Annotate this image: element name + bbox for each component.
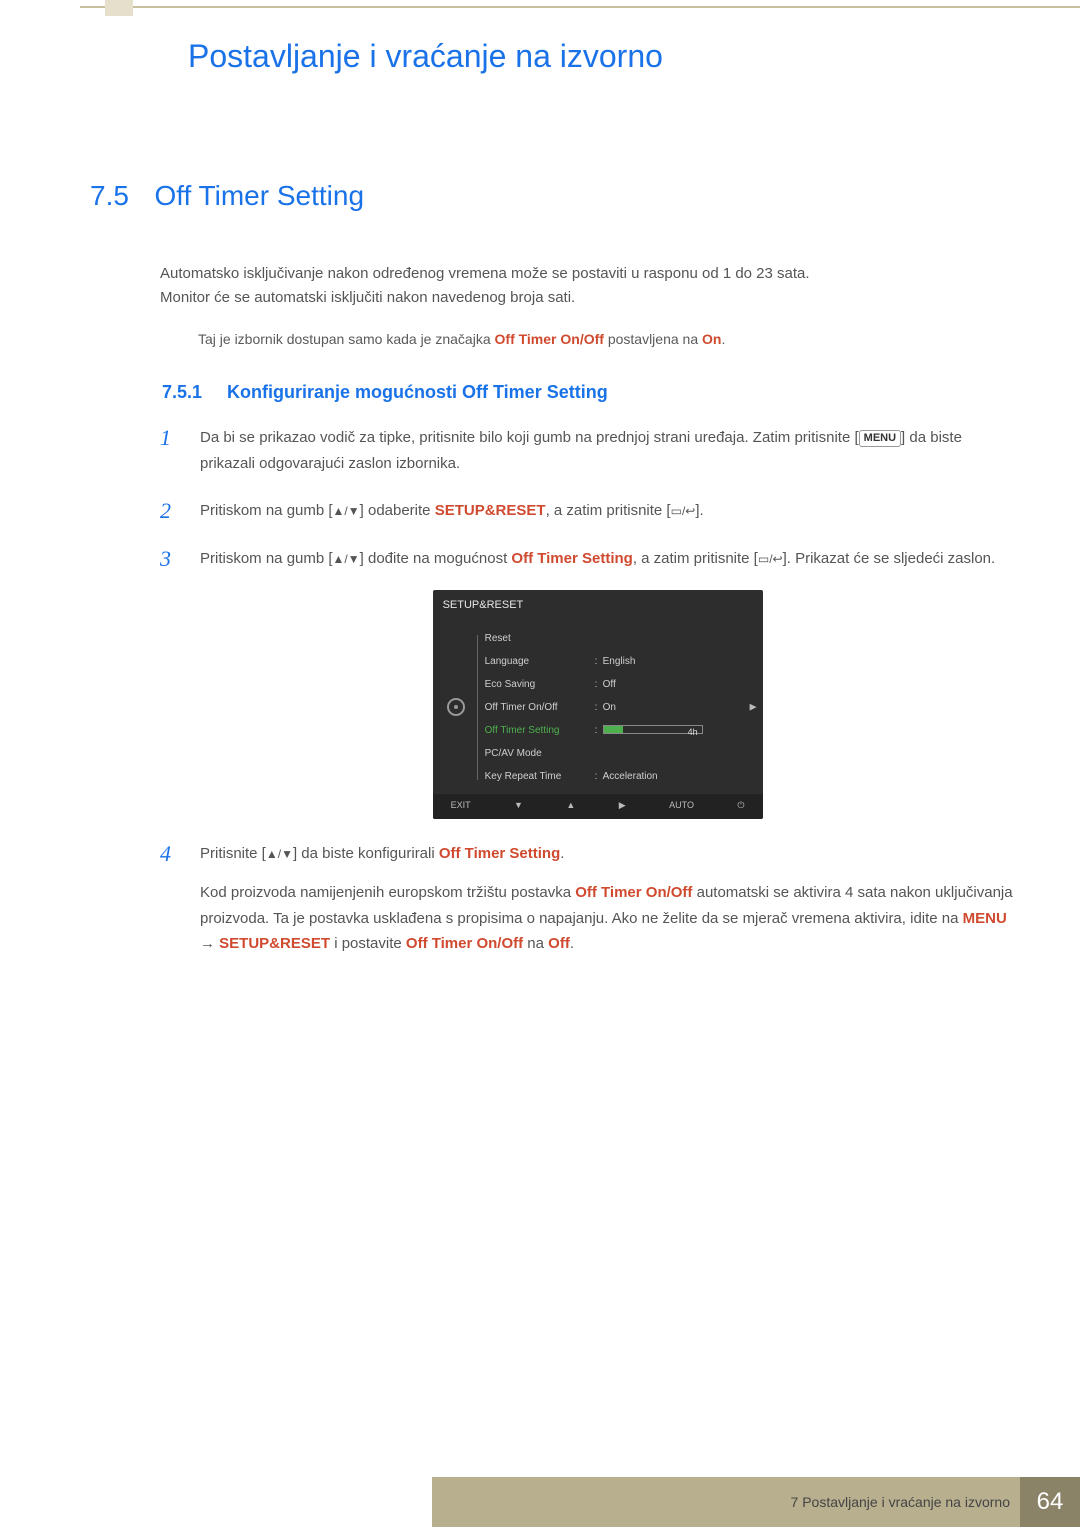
term-menu: MENU	[963, 910, 1007, 927]
term-off-timer-setting: Off Timer Setting	[439, 845, 560, 862]
term-off: Off	[548, 935, 570, 952]
term-setup-reset: SETUP&RESET	[219, 935, 330, 952]
chapter-title: Postavljanje i vraćanje na izvorno	[188, 38, 663, 75]
term-setup-reset: SETUP&RESET	[435, 502, 546, 519]
osd-slider: 4h	[603, 725, 703, 734]
osd-rows: Reset Language:English Eco Saving:Off Of…	[485, 627, 741, 788]
subsection-heading: 7.5.1 Konfiguriranje mogućnosti Off Time…	[162, 382, 1015, 403]
right-icon: ▶	[619, 798, 626, 813]
osd-row-highlight: Off Timer Setting:4h	[485, 719, 741, 742]
subsection-number: 7.5.1	[162, 382, 222, 403]
term-off-timer-setting: Off Timer Setting	[511, 550, 632, 567]
osd-row: Eco Saving:Off	[485, 673, 741, 696]
footer-page-number: 64	[1020, 1477, 1080, 1527]
step-number: 2	[160, 498, 180, 524]
intro-paragraph: Automatsko isključivanje nakon određenog…	[160, 262, 1015, 310]
up-icon: ▲	[566, 798, 575, 813]
term-off-timer-onoff: Off Timer On/Off	[575, 884, 692, 901]
note-availability: Taj je izbornik dostupan samo kada je zn…	[198, 328, 1015, 350]
intro-line-2: Monitor će se automatski isključiti nako…	[160, 289, 575, 306]
osd-auto-label: AUTO	[669, 798, 694, 813]
gear-icon	[447, 698, 465, 716]
chapter-tab-decoration	[105, 0, 133, 16]
osd-row: Language:English	[485, 650, 741, 673]
footer-chapter-label: 7 Postavljanje i vraćanje na izvorno	[791, 1494, 1010, 1510]
step-number: 3	[160, 546, 180, 818]
section-number: 7.5	[90, 180, 150, 212]
step-2: 2 Pritiskom na gumb [▲/▼] odaberite SETU…	[160, 498, 1015, 524]
page-footer: 7 Postavljanje i vraćanje na izvorno 64	[0, 1477, 1080, 1527]
osd-exit-label: EXIT	[451, 798, 471, 813]
osd-row: PC/AV Mode	[485, 742, 741, 765]
down-icon: ▼	[514, 798, 523, 813]
step-number: 1	[160, 425, 180, 476]
osd-menu-screenshot: SETUP&RESET Reset Language:English Eco S…	[433, 590, 763, 819]
intro-line-1: Automatsko isključivanje nakon određenog…	[160, 265, 810, 282]
step-1: 1 Da bi se prikazao vodič za tipke, prit…	[160, 425, 1015, 476]
up-down-icon: ▲/▼	[333, 552, 360, 566]
term-off-timer-onoff: Off Timer On/Off	[495, 331, 604, 347]
osd-footer: EXIT ▼ ▲ ▶ AUTO ⏻	[433, 794, 763, 819]
top-border	[80, 0, 1080, 8]
up-down-icon: ▲/▼	[333, 504, 360, 518]
osd-row: Reset	[485, 627, 741, 650]
osd-row: Key Repeat Time:Acceleration	[485, 765, 741, 788]
subsection-title: Konfiguriranje mogućnosti Off Timer Sett…	[227, 382, 608, 402]
osd-title: SETUP&RESET	[433, 590, 763, 621]
select-source-icon: ▭/↩	[758, 552, 783, 566]
osd-row: Off Timer On/Off:On	[485, 696, 741, 719]
step-4: 4 Pritisnite [▲/▼] da biste konfiguriral…	[160, 841, 1015, 957]
power-icon: ⏻	[737, 798, 744, 813]
up-down-icon: ▲/▼	[266, 847, 293, 861]
step-number: 4	[160, 841, 180, 957]
chevron-right-icon: ▶	[750, 699, 757, 714]
menu-button-label: MENU	[859, 430, 901, 446]
select-source-icon: ▭/↩	[671, 504, 696, 518]
section-title: Off Timer Setting	[154, 180, 364, 212]
term-on: On	[702, 331, 721, 347]
step-3: 3 Pritiskom na gumb [▲/▼] dođite na mogu…	[160, 546, 1015, 818]
term-off-timer-onoff: Off Timer On/Off	[406, 935, 523, 952]
